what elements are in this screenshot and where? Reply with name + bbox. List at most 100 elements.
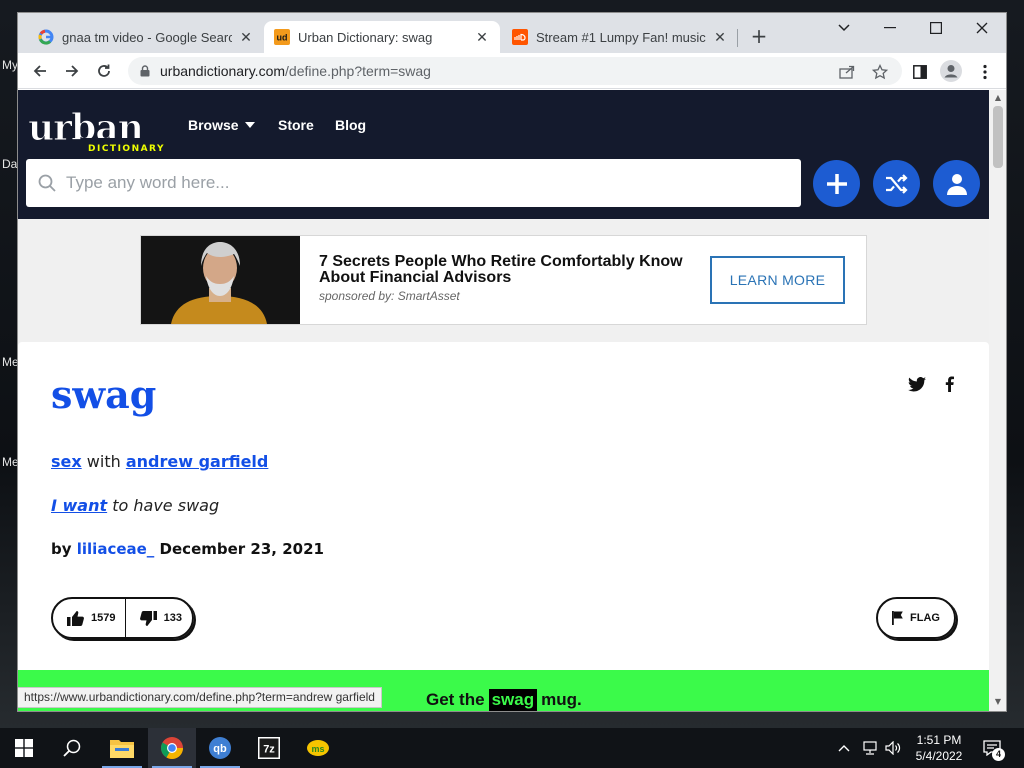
- forward-arrow-icon[interactable]: [59, 58, 85, 84]
- plus-icon: [826, 173, 847, 194]
- ad-headline[interactable]: 7 Secrets People Who Retire Comfortably …: [319, 254, 699, 286]
- facebook-icon[interactable]: [939, 374, 959, 394]
- nav-browse[interactable]: Browse: [188, 117, 255, 133]
- clock-date: 5/4/2022: [915, 749, 963, 763]
- ud-search-input[interactable]: [66, 163, 766, 203]
- upvote-button[interactable]: 1579: [53, 599, 125, 637]
- taskbar-clock[interactable]: 1:51 PM 5/4/2022: [906, 732, 972, 764]
- definition-example: I want to have swag: [51, 496, 219, 515]
- bookmark-star-icon[interactable]: [869, 62, 891, 82]
- ud-header: urban DICTIONARY Browse Store Blog: [18, 90, 989, 219]
- desktop-icon-label[interactable]: Me: [2, 455, 19, 469]
- author-link[interactable]: liliaceae_: [77, 540, 155, 558]
- action-center-button[interactable]: 4: [983, 728, 1005, 768]
- minimize-button[interactable]: [870, 15, 910, 41]
- tab-separator: [737, 29, 738, 47]
- taskbar-search-button[interactable]: [48, 728, 96, 768]
- twitter-icon[interactable]: [907, 374, 927, 394]
- taskbar-app[interactable]: ms: [294, 728, 342, 768]
- byline-by: by: [51, 540, 72, 558]
- nav-browse-label: Browse: [188, 117, 239, 133]
- taskbar-file-explorer[interactable]: [98, 728, 146, 768]
- ad-photo[interactable]: [141, 236, 300, 324]
- example-link-i-want[interactable]: I want: [51, 496, 107, 515]
- flag-label: FLAG: [910, 612, 940, 624]
- scroll-down-arrow-icon[interactable]: ▼: [993, 697, 1003, 707]
- desktop-icon-label[interactable]: Da: [2, 157, 17, 171]
- flag-button[interactable]: FLAG: [876, 597, 956, 639]
- side-panel-icon[interactable]: [909, 62, 931, 82]
- close-tab-icon[interactable]: ✕: [712, 29, 728, 46]
- desktop-icon-label[interactable]: Me: [2, 355, 19, 369]
- windows-taskbar: qb 7z ms 1:51 PM 5/4/2022 4: [0, 728, 1024, 768]
- promo-text[interactable]: Get the swag mug.: [426, 689, 582, 711]
- upvote-count: 1579: [91, 612, 116, 624]
- taskbar-chrome[interactable]: [148, 728, 196, 768]
- ud-logo[interactable]: urban DICTIONARY: [26, 96, 178, 156]
- nav-store[interactable]: Store: [278, 117, 314, 133]
- folder-icon: [110, 740, 134, 758]
- volume-icon[interactable]: [885, 728, 901, 768]
- ad-sponsor: sponsored by: SmartAsset: [319, 289, 460, 303]
- page-scrollbar[interactable]: ▲ ▼: [989, 90, 1006, 711]
- ud-search-box[interactable]: [26, 159, 801, 207]
- thumbs-up-icon: [67, 610, 84, 626]
- caret-down-icon: [244, 122, 255, 128]
- learn-more-button[interactable]: LEARN MORE: [710, 256, 845, 304]
- add-definition-button[interactable]: [813, 160, 860, 207]
- reload-icon[interactable]: [91, 58, 117, 84]
- random-word-button[interactable]: [873, 160, 920, 207]
- definition-byline: by liliaceae_ December 23, 2021: [51, 540, 324, 558]
- taskbar-7zip[interactable]: 7z: [245, 728, 293, 768]
- definition-card: swag sex with andrew garfield I want to …: [18, 342, 989, 711]
- desktop-icon-label[interactable]: My: [2, 58, 18, 72]
- svg-text:DICTIONARY: DICTIONARY: [88, 144, 165, 154]
- svg-text:ud: ud: [277, 33, 288, 43]
- link-status-bubble: https://www.urbandictionary.com/define.p…: [18, 687, 382, 708]
- back-arrow-icon[interactable]: [27, 58, 53, 84]
- lock-icon[interactable]: [140, 65, 150, 77]
- new-tab-button[interactable]: +: [748, 25, 770, 47]
- chrome-icon: [161, 737, 183, 759]
- show-hidden-icons-chevron-icon[interactable]: [838, 728, 850, 768]
- promo-after: mug.: [541, 690, 582, 709]
- close-tab-icon[interactable]: ✕: [238, 29, 254, 46]
- address-bar[interactable]: urbandictionary.com /define.php?term=swa…: [128, 57, 902, 85]
- meaning-link-sex[interactable]: sex: [51, 452, 82, 471]
- close-tab-icon[interactable]: ✕: [474, 29, 490, 46]
- shuffle-icon: [885, 173, 908, 194]
- scroll-up-arrow-icon[interactable]: ▲: [993, 93, 1003, 103]
- vote-buttons: 1579 133: [51, 597, 194, 639]
- example-text: to have swag: [112, 496, 220, 515]
- scrollbar-thumb[interactable]: [993, 106, 1003, 168]
- tab-google-search[interactable]: gnaa tm video - Google Search ✕: [28, 21, 264, 53]
- profile-avatar-icon[interactable]: [940, 60, 962, 82]
- clock-time: 1:51 PM: [916, 733, 962, 747]
- tab-title: Urban Dictionary: swag: [298, 29, 433, 45]
- definition-word[interactable]: swag: [51, 372, 156, 417]
- network-icon[interactable]: [861, 728, 879, 768]
- close-window-button[interactable]: [962, 15, 1002, 41]
- svg-text:7z: 7z: [263, 744, 275, 756]
- flag-icon: [892, 611, 903, 625]
- tab-soundcloud[interactable]: Stream #1 Lumpy Fan! music | Li ✕: [502, 21, 738, 53]
- maximize-button[interactable]: [916, 15, 956, 41]
- advertisement-banner[interactable]: 7 Secrets People Who Retire Comfortably …: [140, 235, 867, 325]
- search-icon: [63, 739, 81, 757]
- windows-logo-icon: [15, 739, 33, 757]
- share-icon[interactable]: [836, 62, 858, 82]
- tab-search-chevron-icon[interactable]: [824, 15, 864, 41]
- nav-blog[interactable]: Blog: [335, 117, 366, 133]
- more-menu-icon[interactable]: [974, 62, 996, 82]
- downvote-button[interactable]: 133: [126, 599, 192, 637]
- taskbar-qbittorrent[interactable]: qb: [196, 728, 244, 768]
- start-button[interactable]: [0, 728, 48, 768]
- promo-highlight-word: swag: [488, 689, 538, 711]
- definition-meaning: sex with andrew garfield: [51, 452, 268, 471]
- definition-date: December 23, 2021: [159, 540, 324, 558]
- meaning-text: with: [86, 452, 121, 471]
- browser-toolbar: urbandictionary.com /define.php?term=swa…: [18, 53, 1006, 89]
- meaning-link-andrew-garfield[interactable]: andrew garfield: [126, 452, 269, 471]
- user-account-button[interactable]: [933, 160, 980, 207]
- tab-urban-dictionary[interactable]: ud Urban Dictionary: swag ✕: [264, 21, 500, 53]
